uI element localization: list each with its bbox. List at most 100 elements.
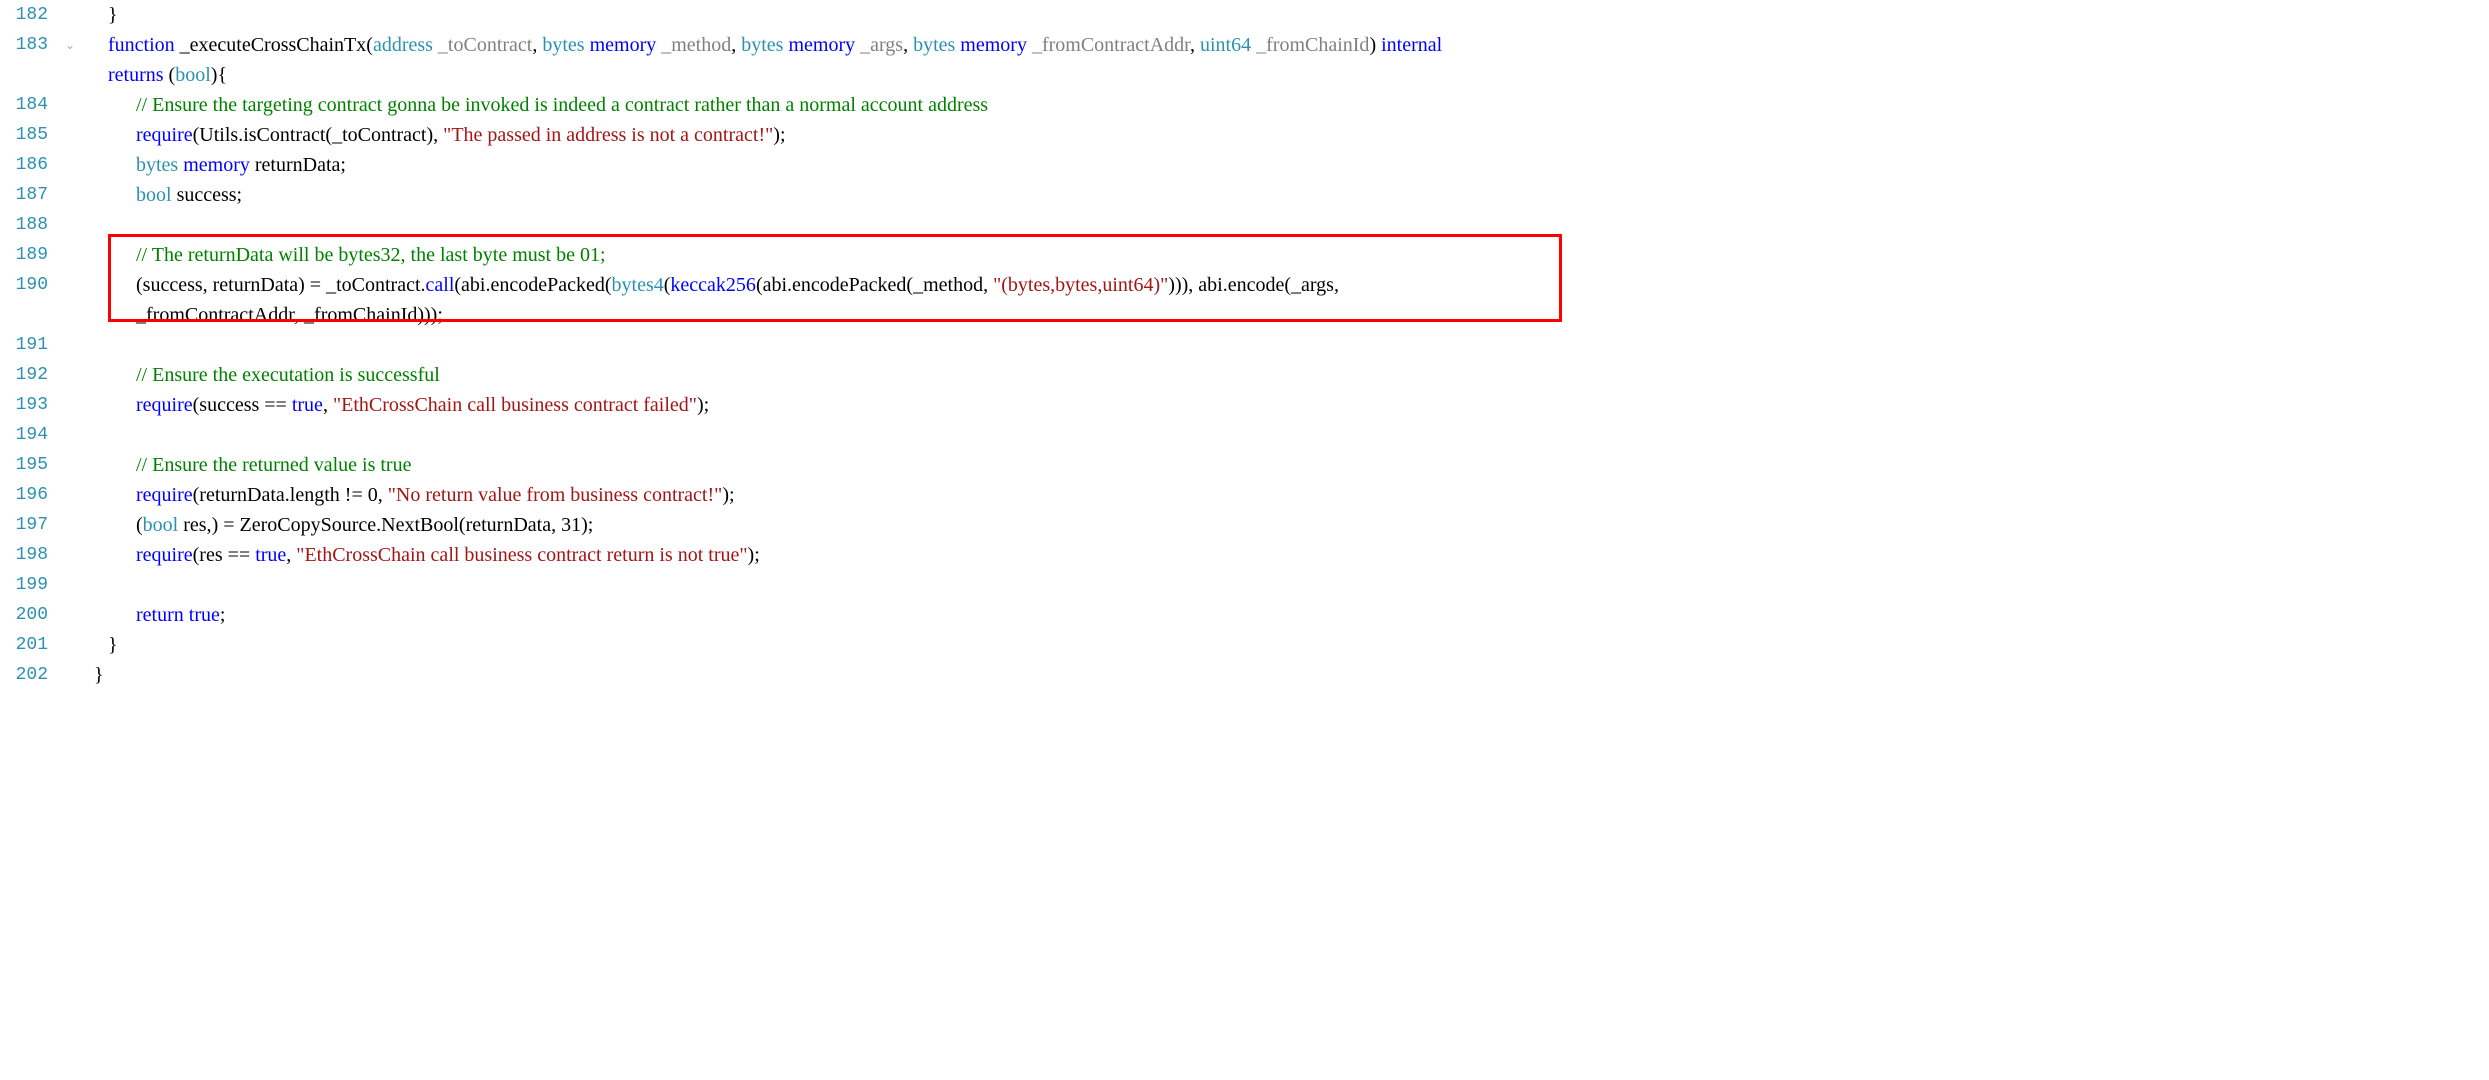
token-bl: keccak256: [670, 274, 756, 296]
token-ident: res,: [178, 514, 211, 536]
token-punc: ,: [323, 394, 333, 416]
code-line[interactable]: 196 require(returnData.length != 0, "No r…: [0, 480, 2489, 510]
code-content[interactable]: require(returnData.length != 0, "No retu…: [80, 480, 735, 510]
token-str: "(bytes,bytes,uint64)": [993, 274, 1168, 296]
code-line[interactable]: 185require(Utils.isContract(_toContract)…: [0, 120, 2489, 150]
code-line[interactable]: 197 (bool res,) = ZeroCopySource.NextBool…: [0, 510, 2489, 540]
token-type: bytes: [913, 34, 960, 56]
token-str: "EthCrossChain call business contract re…: [296, 544, 747, 566]
line-number: 186: [0, 150, 60, 180]
token-param: _fromChainId: [1251, 34, 1369, 56]
token-kw: return: [136, 604, 184, 626]
token-bl: call: [426, 274, 455, 296]
code-content[interactable]: // Ensure the targeting contract gonna b…: [80, 90, 988, 120]
token-punc: ,: [731, 34, 741, 56]
token-kw: returns: [108, 64, 164, 86]
token-type: bool: [136, 184, 172, 206]
code-content[interactable]: bytes memory returnData;: [80, 150, 346, 180]
line-number: 183: [0, 30, 60, 60]
code-content[interactable]: require(success == true, "EthCrossChain …: [80, 390, 709, 420]
token-kw: true: [292, 394, 323, 416]
code-content[interactable]: }: [80, 630, 118, 660]
code-line[interactable]: 202 }: [0, 660, 2489, 690]
token-kw: internal: [1381, 34, 1442, 56]
code-line[interactable]: _fromContractAddr, _fromChainId)));: [0, 300, 2489, 330]
code-content[interactable]: _fromContractAddr, _fromChainId)));: [80, 300, 443, 330]
code-line[interactable]: 193require(success == true, "EthCrossCha…: [0, 390, 2489, 420]
line-number: 188: [0, 210, 60, 240]
code-line[interactable]: 194: [0, 420, 2489, 450]
code-line[interactable]: 190(success, returnData) = _toContract.c…: [0, 270, 2489, 300]
token-num: 0: [368, 484, 378, 506]
token-punc: }: [108, 634, 118, 656]
code-content[interactable]: returns (bool){: [80, 60, 227, 90]
code-line[interactable]: 201}: [0, 630, 2489, 660]
code-content[interactable]: bool success;: [80, 180, 242, 210]
code-line[interactable]: 192// Ensure the executation is successf…: [0, 360, 2489, 390]
code-line[interactable]: 182}: [0, 0, 2489, 30]
token-type: bool: [175, 64, 211, 86]
token-punc: ))), abi.encode(_args,: [1168, 274, 1344, 296]
line-number: 196: [0, 480, 60, 510]
fold-icon[interactable]: ⌄: [60, 30, 80, 60]
token-punc: (abi.encodePacked(: [454, 274, 611, 296]
line-number: 200: [0, 600, 60, 630]
code-line[interactable]: 200 return true;: [0, 600, 2489, 630]
token-punc: ): [1369, 34, 1381, 56]
code-content[interactable]: // Ensure the executation is successful: [80, 360, 440, 390]
code-content[interactable]: }: [80, 660, 104, 690]
token-kw: memory: [960, 34, 1027, 56]
token-punc: }: [84, 664, 104, 686]
token-str: "No return value from business contract!…: [388, 484, 723, 506]
code-line[interactable]: 184// Ensure the targeting contract gonn…: [0, 90, 2489, 120]
code-content[interactable]: (success, returnData) = _toContract.call…: [80, 270, 1344, 300]
token-param: _method: [656, 34, 731, 56]
token-cmt: // Ensure the targeting contract gonna b…: [136, 94, 988, 116]
code-content[interactable]: }: [80, 0, 118, 30]
token-param: _fromContractAddr: [1027, 34, 1190, 56]
token-type: bytes: [542, 34, 589, 56]
line-number: 198: [0, 540, 60, 570]
token-punc: ,: [903, 34, 913, 56]
token-bl: require: [136, 484, 193, 506]
code-line[interactable]: 187bool success;: [0, 180, 2489, 210]
token-type: address: [373, 34, 433, 56]
line-number: 182: [0, 0, 60, 30]
token-kw: true: [255, 544, 286, 566]
token-punc: ,: [1190, 34, 1200, 56]
line-number: 197: [0, 510, 60, 540]
token-punc: );: [773, 124, 785, 146]
code-line[interactable]: 183⌄function _executeCrossChainTx(addres…: [0, 30, 2489, 60]
code-line[interactable]: 195 // Ensure the returned value is true: [0, 450, 2489, 480]
token-punc: (res ==: [193, 544, 256, 566]
code-content[interactable]: (bool res,) = ZeroCopySource.NextBool(re…: [80, 510, 593, 540]
code-line[interactable]: returns (bool){: [0, 60, 2489, 90]
code-line[interactable]: 189// The returnData will be bytes32, th…: [0, 240, 2489, 270]
line-number: 194: [0, 420, 60, 450]
token-punc: );: [581, 514, 593, 536]
token-punc: (Utils.isContract(_toContract),: [193, 124, 444, 146]
token-punc: (returnData.length !=: [193, 484, 368, 506]
token-type: bytes: [741, 34, 788, 56]
code-line[interactable]: 199: [0, 570, 2489, 600]
token-kw: memory: [183, 154, 250, 176]
code-content[interactable]: require(Utils.isContract(_toContract), "…: [80, 120, 786, 150]
code-content[interactable]: // Ensure the returned value is true: [80, 450, 411, 480]
token-punc: (success, returnData) = _toContract.: [136, 274, 426, 296]
code-content[interactable]: function _executeCrossChainTx(address _t…: [80, 30, 1442, 60]
code-content[interactable]: // The returnData will be bytes32, the l…: [80, 240, 606, 270]
token-punc: ;: [220, 604, 226, 626]
token-punc: ){: [211, 64, 227, 86]
code-content[interactable]: require(res == true, "EthCrossChain call…: [80, 540, 760, 570]
token-param: _args: [855, 34, 903, 56]
token-kw: memory: [788, 34, 855, 56]
code-line[interactable]: 191: [0, 330, 2489, 360]
token-cmt: // Ensure the returned value is true: [136, 454, 411, 476]
line-number: 201: [0, 630, 60, 660]
token-fn: _executeCrossChainTx(: [175, 34, 373, 56]
code-line[interactable]: 188: [0, 210, 2489, 240]
line-number: 195: [0, 450, 60, 480]
code-content[interactable]: return true;: [80, 600, 225, 630]
code-line[interactable]: 198 require(res == true, "EthCrossChain c…: [0, 540, 2489, 570]
code-line[interactable]: 186 bytes memory returnData;: [0, 150, 2489, 180]
